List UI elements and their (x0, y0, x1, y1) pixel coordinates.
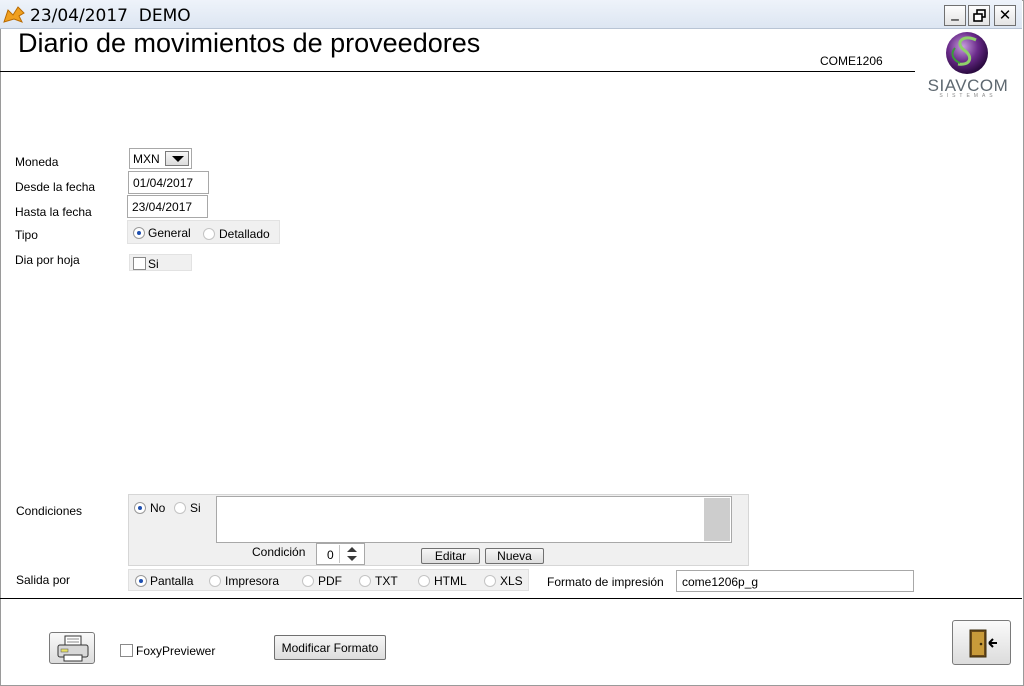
salida-xls-radio[interactable] (484, 575, 496, 587)
header-divider (0, 71, 915, 72)
condiciones-scrollbar[interactable] (704, 498, 730, 541)
tipo-detallado-radio[interactable] (203, 228, 215, 240)
minimize-icon: _ (951, 3, 959, 21)
salida-txt-label: TXT (375, 574, 398, 588)
salida-txt-radio[interactable] (359, 575, 371, 587)
salida-pantalla-radio[interactable] (135, 575, 147, 587)
condiciones-no-radio[interactable] (134, 502, 146, 514)
print-button[interactable] (49, 632, 95, 664)
formato-impresion-field[interactable]: come1206p_g (676, 570, 914, 592)
form-code: COME1206 (820, 54, 883, 68)
salida-pdf-radio[interactable] (302, 575, 314, 587)
restore-icon (972, 9, 986, 22)
close-button[interactable]: ✕ (994, 5, 1016, 26)
chevron-down-icon[interactable] (165, 151, 189, 166)
window-title: 23/04/2017 DEMO (30, 6, 191, 26)
tipo-general-label: General (148, 226, 191, 240)
tipo-general-radio[interactable] (133, 227, 145, 239)
fox-app-icon (3, 6, 25, 23)
siavcom-logo: SIAVCOM SISTEMAS (920, 30, 1016, 100)
condicion-spinner[interactable]: 0 (316, 543, 365, 565)
salida-pdf-label: PDF (318, 574, 342, 588)
printer-icon (57, 635, 89, 662)
dia-por-hoja-check-label: Si (148, 257, 159, 271)
moneda-label: Moneda (15, 155, 59, 169)
formato-label: Formato de impresión (547, 575, 664, 589)
minimize-button[interactable]: _ (944, 5, 966, 26)
condiciones-no-label: No (150, 501, 166, 515)
exit-button[interactable] (952, 620, 1011, 665)
title-bar: 23/04/2017 DEMO _ ✕ (0, 0, 1022, 29)
page-title: Diario de movimientos de proveedores (18, 28, 481, 58)
dia-por-hoja-group: Si (129, 254, 192, 271)
hasta-label: Hasta la fecha (15, 205, 92, 219)
editar-button[interactable]: Editar (421, 548, 480, 564)
footer-divider (0, 598, 1022, 599)
modificar-formato-button[interactable]: Modificar Formato (274, 635, 386, 660)
salida-impresora-radio[interactable] (209, 575, 221, 587)
tipo-detallado-label: Detallado (219, 227, 270, 241)
dia-por-hoja-checkbox[interactable] (133, 257, 146, 270)
restore-button[interactable] (968, 5, 990, 26)
moneda-select[interactable]: MXN (129, 148, 192, 169)
salida-html-label: HTML (434, 574, 467, 588)
condiciones-si-label: Si (190, 501, 201, 515)
close-icon: ✕ (998, 6, 1012, 24)
hasta-fecha-field[interactable]: 23/04/2017 (127, 195, 208, 218)
condiciones-si-radio[interactable] (174, 502, 186, 514)
foxypreviewer-checkbox[interactable] (120, 644, 133, 657)
tipo-option-group: General Detallado (127, 220, 280, 244)
desde-label: Desde la fecha (15, 180, 96, 194)
spin-down-icon[interactable] (347, 556, 357, 561)
condiciones-textarea[interactable] (216, 496, 732, 543)
salida-xls-label: XLS (500, 574, 523, 588)
logo-subtext: SISTEMAS (939, 93, 997, 99)
tipo-label: Tipo (15, 228, 38, 242)
logo-emblem-icon (946, 32, 988, 74)
spinner-buttons[interactable] (339, 545, 363, 563)
salida-impresora-label: Impresora (225, 574, 280, 588)
foxypreviewer-label: FoxyPreviewer (136, 644, 216, 658)
salida-option-group: Pantalla Impresora PDF TXT HTML XLS (128, 569, 529, 591)
condicion-value: 0 (327, 548, 334, 562)
spin-up-icon[interactable] (347, 547, 357, 552)
salida-label: Salida por (16, 573, 71, 587)
condicion-label: Condición (252, 545, 306, 559)
salida-pantalla-label: Pantalla (150, 574, 194, 588)
nueva-button[interactable]: Nueva (485, 548, 544, 564)
dia-por-hoja-label: Dia por hoja (15, 253, 80, 267)
condiciones-label: Condiciones (16, 504, 83, 518)
exit-door-icon (969, 629, 997, 658)
salida-html-radio[interactable] (418, 575, 430, 587)
desde-fecha-field[interactable]: 01/04/2017 (128, 171, 209, 194)
moneda-value: MXN (133, 152, 160, 166)
